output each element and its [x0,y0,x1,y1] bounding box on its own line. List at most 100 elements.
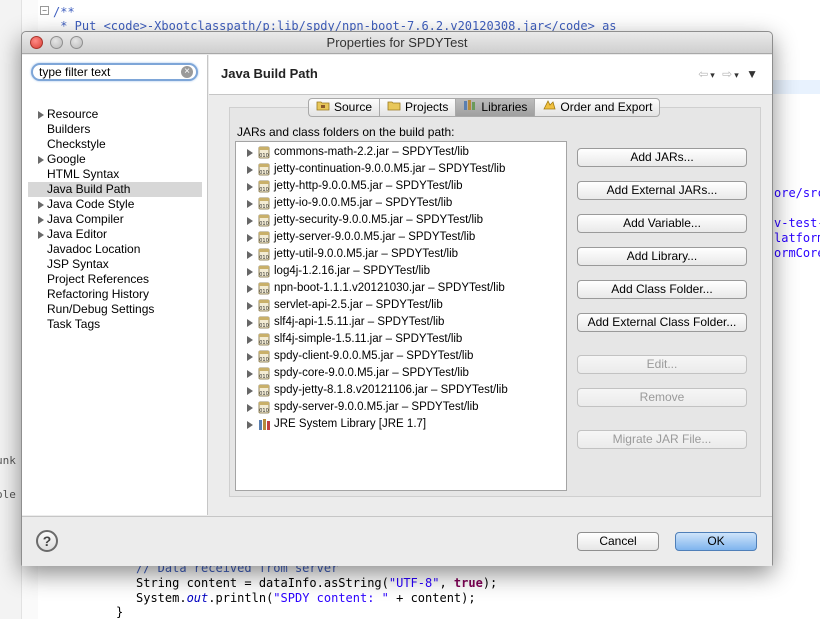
fold-collapse-icon[interactable]: − [40,6,49,15]
jar-list-item[interactable]: 010 spdy-server-9.0.0.M5.jar – SPDYTest/l… [236,399,566,416]
zoom-window-icon[interactable] [70,36,83,49]
minimize-window-icon[interactable] [50,36,63,49]
jar-label: spdy-jetty-8.1.8.v20121106.jar – SPDYTes… [274,384,508,396]
tab-order-and-export[interactable]: Order and Export [534,98,661,117]
close-window-icon[interactable] [30,36,43,49]
expand-arrow-icon[interactable] [247,149,253,157]
jar-list-item[interactable]: 010 spdy-core-9.0.0.M5.jar – SPDYTest/lib [236,365,566,382]
nav-item[interactable]: Google [22,152,208,167]
remove-button[interactable]: Remove [577,388,747,407]
jar-list-item[interactable]: 010 spdy-client-9.0.0.M5.jar – SPDYTest/l… [236,348,566,365]
expand-arrow-icon[interactable] [247,336,253,344]
property-pages-nav: × ResourceBuildersCheckstyleGoogleHTML S… [22,55,208,515]
nav-item[interactable]: HTML Syntax [22,167,208,182]
svg-text:010: 010 [259,306,269,312]
expand-arrow-icon[interactable] [247,421,253,429]
nav-item[interactable]: Resource [22,107,208,122]
nav-item[interactable]: Java Compiler [22,212,208,227]
clear-filter-icon[interactable]: × [181,66,193,78]
svg-text:010: 010 [259,391,269,397]
code-fragment: unk [0,454,16,467]
expand-arrow-icon[interactable] [247,370,253,378]
nav-item[interactable]: Run/Debug Settings [22,302,208,317]
page-title: Java Build Path [221,66,318,81]
expand-arrow-icon[interactable] [38,231,44,239]
expand-arrow-icon[interactable] [247,404,253,412]
nav-item[interactable]: JSP Syntax [22,257,208,272]
nav-item[interactable]: Java Editor [22,227,208,242]
back-dropdown-icon[interactable]: ▾ [710,70,717,80]
jar-list-item[interactable]: 010 npn-boot-1.1.1.v20121030.jar – SPDYTe… [236,280,566,297]
nav-item[interactable]: Javadoc Location [22,242,208,257]
add-library-button[interactable]: Add Library... [577,247,747,266]
jar-label: spdy-server-9.0.0.M5.jar – SPDYTest/lib [274,401,479,413]
expand-arrow-icon[interactable] [247,251,253,259]
jar-file-icon: 010 [258,333,270,346]
svg-text:010: 010 [259,323,269,329]
jar-list-item[interactable]: 010 commons-math-2.2.jar – SPDYTest/lib [236,144,566,161]
jar-list-item[interactable]: 010 jetty-server-9.0.0.M5.jar – SPDYTest/… [236,229,566,246]
jar-list[interactable]: 010 commons-math-2.2.jar – SPDYTest/lib 01… [235,141,567,491]
dialog-titlebar[interactable]: Properties for SPDYTest [22,32,772,54]
expand-arrow-icon[interactable] [247,200,253,208]
jar-list-item[interactable]: 010 log4j-1.2.16.jar – SPDYTest/lib [236,263,566,280]
expand-arrow-icon[interactable] [247,319,253,327]
ok-button[interactable]: OK [675,532,757,551]
expand-arrow-icon[interactable] [38,156,44,164]
jar-list-item[interactable]: 010 jetty-io-9.0.0.M5.jar – SPDYTest/lib [236,195,566,212]
jar-list-item[interactable]: JRE System Library [JRE 1.7] [236,416,566,433]
nav-item[interactable]: Checkstyle [22,137,208,152]
add-class-folder-button[interactable]: Add Class Folder... [577,280,747,299]
nav-item-label: Project References [47,272,150,286]
jar-list-item[interactable]: 010 slf4j-simple-1.5.11.jar – SPDYTest/li… [236,331,566,348]
add-external-jars-button[interactable]: Add External JARs... [577,181,747,200]
expand-arrow-icon[interactable] [247,387,253,395]
properties-dialog: Properties for SPDYTest × ResourceBuilde… [21,31,773,566]
expand-arrow-icon[interactable] [247,353,253,361]
add-variable-button[interactable]: Add Variable... [577,214,747,233]
expand-arrow-icon[interactable] [247,166,253,174]
expand-arrow-icon[interactable] [247,183,253,191]
jar-list-item[interactable]: 010 jetty-util-9.0.0.M5.jar – SPDYTest/li… [236,246,566,263]
filter-field[interactable]: × [31,63,198,81]
jar-list-item[interactable]: 010 jetty-continuation-9.0.0.M5.jar – SPD… [236,161,566,178]
nav-item[interactable]: Java Build Path [28,182,202,197]
expand-arrow-icon[interactable] [38,201,44,209]
expand-arrow-icon[interactable] [247,234,253,242]
forward-dropdown-icon[interactable]: ▾ [734,70,741,80]
expand-arrow-icon[interactable] [247,217,253,225]
expand-arrow-icon[interactable] [247,268,253,276]
edit-button[interactable]: Edit... [577,355,747,374]
nav-item[interactable]: Java Code Style [22,197,208,212]
expand-arrow-icon[interactable] [247,302,253,310]
cancel-button[interactable]: Cancel [577,532,659,551]
nav-item[interactable]: Task Tags [22,317,208,332]
nav-item-label: Refactoring History [47,287,150,301]
jar-list-item[interactable]: 010 servlet-api-2.5.jar – SPDYTest/lib [236,297,566,314]
add-jars-button[interactable]: Add JARs... [577,148,747,167]
jar-file-icon: 010 [258,265,270,278]
tab-source[interactable]: Source [308,98,380,117]
filter-input[interactable] [39,65,175,79]
jar-list-item[interactable]: 010 jetty-http-9.0.0.M5.jar – SPDYTest/li… [236,178,566,195]
jar-list-item[interactable]: 010 spdy-jetty-8.1.8.v20121106.jar – SPDY… [236,382,566,399]
nav-item[interactable]: Project References [22,272,208,287]
expand-arrow-icon[interactable] [38,111,44,119]
jar-list-item[interactable]: 010 slf4j-api-1.5.11.jar – SPDYTest/lib [236,314,566,331]
migrate-jar-button[interactable]: Migrate JAR File... [577,430,747,449]
expand-arrow-icon[interactable] [247,285,253,293]
expand-arrow-icon[interactable] [38,216,44,224]
tab-libraries[interactable]: Libraries [455,98,535,117]
svg-text:010: 010 [259,255,269,261]
help-icon[interactable]: ? [36,530,58,552]
jar-label: jetty-server-9.0.0.M5.jar – SPDYTest/lib [274,231,476,243]
jar-label: jetty-security-9.0.0.M5.jar – SPDYTest/l… [274,214,483,226]
nav-item[interactable]: Refactoring History [22,287,208,302]
forward-arrow-icon[interactable]: ⇨ [722,67,734,81]
add-external-class-folder-button[interactable]: Add External Class Folder... [577,313,747,332]
back-arrow-icon[interactable]: ⇦ [698,67,710,81]
tab-projects[interactable]: Projects [379,98,456,117]
view-menu-icon[interactable]: ▼ [746,67,760,81]
nav-item[interactable]: Builders [22,122,208,137]
jar-list-item[interactable]: 010 jetty-security-9.0.0.M5.jar – SPDYTes… [236,212,566,229]
